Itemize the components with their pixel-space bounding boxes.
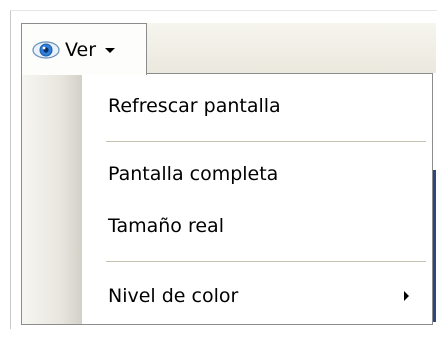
menu-item-label: Nivel de color: [108, 285, 239, 307]
view-menu-button[interactable]: Ver: [21, 23, 147, 75]
menu-separator: [106, 141, 426, 142]
chevron-right-icon: [404, 291, 409, 301]
eye-icon: [32, 40, 60, 59]
view-dropdown-menu: Refrescar pantalla Pantalla completa Tam…: [21, 73, 433, 325]
chevron-down-icon: [105, 48, 116, 53]
menu-item-full-screen[interactable]: Pantalla completa: [82, 151, 430, 197]
menu-item-label: Pantalla completa: [108, 163, 279, 185]
menu-icon-gutter: [22, 74, 82, 324]
menu-item-refresh-screen[interactable]: Refrescar pantalla: [82, 83, 430, 129]
menu-item-actual-size[interactable]: Tamaño real: [82, 203, 430, 249]
menu-item-label: Refrescar pantalla: [108, 95, 281, 117]
menu-item-label: Tamaño real: [108, 215, 224, 237]
menu-item-color-level[interactable]: Nivel de color: [82, 273, 430, 319]
menu-separator: [106, 261, 426, 262]
view-menu-label: Ver: [65, 38, 97, 61]
